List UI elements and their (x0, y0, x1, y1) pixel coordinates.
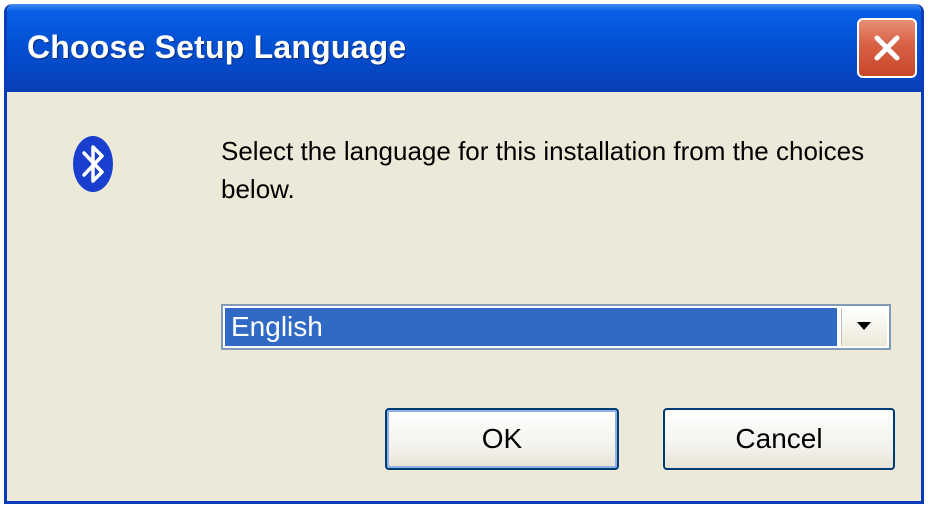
instruction-text: Select the language for this installatio… (221, 136, 865, 204)
window-title: Choose Setup Language (27, 29, 407, 65)
setup-language-dialog: Choose Setup Language Select the languag… (4, 4, 924, 504)
title-bar[interactable]: Choose Setup Language (7, 4, 921, 92)
chevron-down-icon (857, 322, 871, 330)
language-select[interactable]: English (221, 304, 891, 350)
close-button[interactable] (857, 18, 917, 78)
ok-button[interactable]: OK (385, 408, 619, 470)
close-icon (874, 35, 900, 61)
dropdown-button[interactable] (841, 308, 887, 346)
cancel-button[interactable]: Cancel (663, 408, 895, 470)
bluetooth-icon (71, 134, 115, 199)
language-select-value: English (225, 308, 837, 346)
